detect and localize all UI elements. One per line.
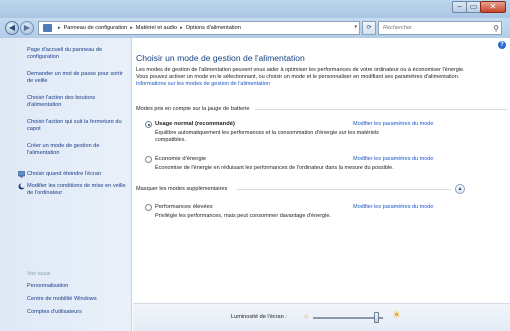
search-box[interactable]: ⚲ bbox=[378, 21, 502, 35]
see-also-heading: Voir aussi bbox=[27, 271, 51, 277]
refresh-button[interactable]: ⟳ bbox=[362, 21, 376, 35]
chevron-right-icon: ▸ bbox=[58, 25, 61, 31]
brightness-slider[interactable] bbox=[313, 317, 383, 319]
additional-plans-section-title: Masquer les modes supplémentaires bbox=[136, 186, 228, 192]
sidebar-link-create-plan[interactable]: Créer un mode de gestion de l'alimentati… bbox=[27, 143, 127, 157]
plan-desc-balanced: Équilibre automatiquement les performanc… bbox=[155, 130, 379, 143]
change-plan-settings-link-balanced[interactable]: Modifier les paramètres du mode bbox=[353, 121, 433, 127]
search-icon[interactable]: ⚲ bbox=[493, 23, 499, 35]
battery-meter-section-title: Modes pris en compte sur la jauge de bat… bbox=[136, 106, 250, 112]
section-divider bbox=[255, 109, 507, 110]
plan-name-power-saver[interactable]: Économie d'énergie bbox=[155, 156, 206, 162]
collapse-button[interactable]: ▴ bbox=[455, 184, 465, 194]
sidebar-link-lid-close[interactable]: Choisir l'action qui suit la fermeture d… bbox=[27, 119, 127, 133]
minimize-button[interactable]: – bbox=[452, 1, 467, 13]
brightness-bar: Luminosité de l'écran : ☼ ☀ bbox=[133, 303, 510, 331]
chevron-up-icon: ▴ bbox=[458, 186, 462, 192]
breadcrumb-hardware-sound[interactable]: Matériel et audio bbox=[136, 25, 177, 31]
sidebar-link-mobility-center[interactable]: Centre de mobilité Windows bbox=[27, 296, 127, 303]
chevron-right-icon: ▸ bbox=[180, 25, 183, 31]
brightness-slider-thumb[interactable] bbox=[373, 312, 379, 323]
chevron-down-icon[interactable]: ▾ bbox=[354, 24, 357, 30]
sidebar-link-sleep-settings[interactable]: Modifier les conditions de mise en veill… bbox=[27, 183, 127, 197]
power-plans-info-link[interactable]: Informations sur les modes de gestion de… bbox=[136, 81, 270, 87]
sidebar: Page d'accueil du panneau de configurati… bbox=[0, 38, 132, 331]
change-plan-settings-link-high-performance[interactable]: Modifier les paramètres du mode bbox=[353, 204, 433, 210]
address-bar[interactable]: ▸ Panneau de configuration ▸ Matériel et… bbox=[38, 21, 360, 35]
breadcrumb-power-options[interactable]: Options d'alimentation bbox=[186, 25, 241, 31]
monitor-icon bbox=[18, 171, 25, 178]
main-content: ? Choisir un mode de gestion de l'alimen… bbox=[133, 38, 510, 331]
sidebar-link-turn-off-display[interactable]: Choisir quand éteindre l'écran bbox=[27, 171, 127, 178]
intro-paragraph: Les modes de gestion de l'alimentation p… bbox=[136, 67, 465, 80]
bright-sun-icon: ☀ bbox=[392, 310, 401, 321]
sidebar-link-power-buttons[interactable]: Choisir l'action des boutons d'alimentat… bbox=[27, 95, 127, 109]
window-controls: – ▭ ✕ bbox=[452, 1, 506, 14]
plan-desc-power-saver: Économise de l'énergie en réduisant les … bbox=[155, 165, 394, 171]
section-divider bbox=[237, 189, 451, 190]
forward-button[interactable]: ▶ bbox=[20, 21, 34, 35]
intro-text: Les modes de gestion de l'alimentation p… bbox=[136, 67, 466, 88]
plan-name-high-performance[interactable]: Performances élevées bbox=[155, 204, 213, 210]
plan-desc-high-performance: Privilégie les performances, mais peut c… bbox=[155, 213, 331, 219]
plan-radio-balanced[interactable] bbox=[145, 121, 152, 128]
close-button[interactable]: ✕ bbox=[480, 1, 506, 13]
brightness-label: Luminosité de l'écran : bbox=[231, 314, 287, 320]
navigation-bar: ◀ ▶ ▸ Panneau de configuration ▸ Matérie… bbox=[0, 18, 510, 38]
chevron-right-icon: ▸ bbox=[130, 25, 133, 31]
sidebar-link-control-panel-home[interactable]: Page d'accueil du panneau de configurati… bbox=[27, 47, 127, 61]
search-input[interactable] bbox=[383, 25, 488, 31]
change-plan-settings-link-power-saver[interactable]: Modifier les paramètres du mode bbox=[353, 156, 433, 162]
plan-radio-power-saver[interactable] bbox=[145, 156, 152, 163]
sidebar-link-password-on-wakeup[interactable]: Demander un mot de passe pour sortir de … bbox=[27, 71, 127, 85]
plan-radio-high-performance[interactable] bbox=[145, 204, 152, 211]
title-bar: – ▭ ✕ bbox=[0, 0, 510, 18]
back-button[interactable]: ◀ bbox=[5, 21, 19, 35]
sidebar-link-user-accounts[interactable]: Comptes d'utilisateurs bbox=[27, 309, 127, 316]
page-title: Choisir un mode de gestion de l'alimenta… bbox=[136, 53, 305, 63]
help-icon[interactable]: ? bbox=[498, 41, 506, 49]
dim-sun-icon: ☼ bbox=[303, 313, 310, 320]
moon-icon bbox=[18, 183, 25, 190]
maximize-button[interactable]: ▭ bbox=[466, 1, 481, 13]
plan-name-balanced[interactable]: Usage normal (recommandé) bbox=[155, 121, 235, 127]
refresh-icon: ⟳ bbox=[366, 25, 372, 31]
breadcrumb-control-panel[interactable]: Panneau de configuration bbox=[64, 25, 128, 31]
control-panel-icon bbox=[43, 24, 52, 32]
sidebar-link-personalization[interactable]: Personnalisation bbox=[27, 283, 127, 290]
